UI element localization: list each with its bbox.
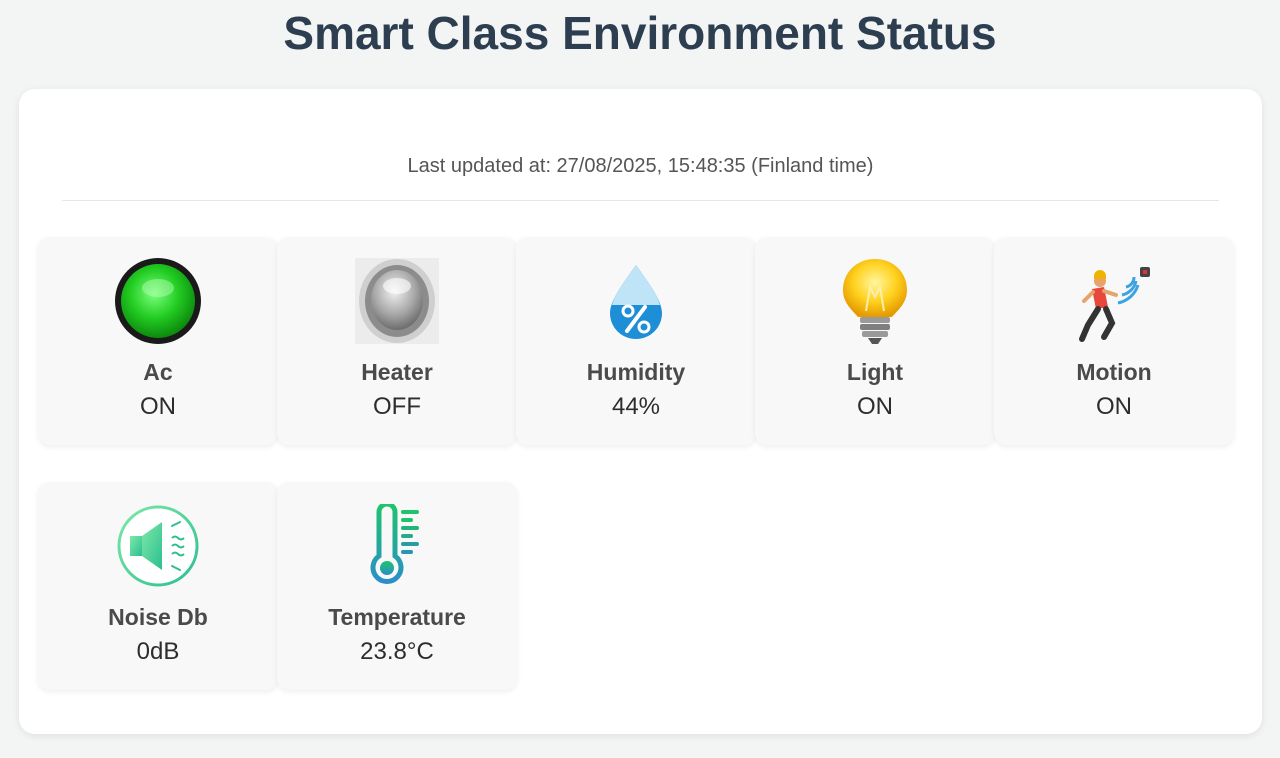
device-value: ON: [1096, 393, 1132, 420]
status-panel: Last updated at: 27/08/2025, 15:48:35 (F…: [19, 89, 1262, 734]
device-value: 23.8°C: [360, 638, 434, 665]
divider: [62, 200, 1219, 201]
device-label: Ac: [143, 359, 173, 385]
device-card-humidity: Humidity 44%: [516, 237, 756, 445]
device-label: Heater: [361, 359, 433, 385]
last-updated-text: Last updated at: 27/08/2025, 15:48:35 (F…: [407, 155, 874, 177]
device-label: Humidity: [586, 359, 686, 385]
device-card-light: Light ON: [755, 237, 995, 445]
grey-button-icon: [277, 257, 517, 345]
device-label: Noise Db: [108, 604, 208, 630]
device-value: 44%: [611, 393, 661, 420]
device-label: Temperature: [328, 604, 466, 630]
device-value: 0dB: [136, 638, 180, 665]
device-card-temperature: Temperature 23.8°C: [277, 482, 517, 690]
device-card-motion: Motion ON: [994, 237, 1234, 445]
speaker-icon: [38, 502, 278, 590]
thermometer-icon: [277, 502, 517, 590]
device-label: Light: [846, 359, 904, 385]
device-value: ON: [140, 393, 176, 420]
device-value: ON: [857, 393, 893, 420]
device-card-heater: Heater OFF: [277, 237, 517, 445]
green-led-icon: [38, 257, 278, 345]
device-card-noise: Noise Db 0dB: [38, 482, 278, 690]
device-card-ac: Ac ON: [38, 237, 278, 445]
light-bulb-icon: [755, 257, 995, 345]
device-value: OFF: [373, 393, 421, 420]
humidity-drop-icon: [516, 257, 756, 345]
page-title: Smart Class Environment Status: [283, 7, 997, 59]
device-label: Motion: [1076, 359, 1152, 385]
motion-sensor-icon: [994, 257, 1234, 345]
